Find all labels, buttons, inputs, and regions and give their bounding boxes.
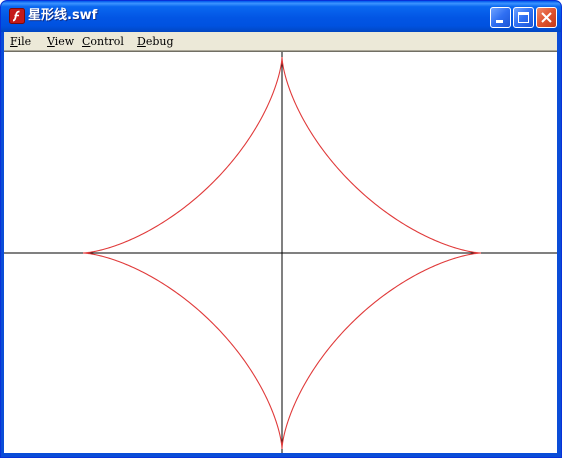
minimize-icon bbox=[496, 20, 503, 23]
menu-control-label: ontrol bbox=[90, 35, 124, 48]
close-button[interactable] bbox=[536, 7, 557, 28]
flash-player-window: 星形线.swf File View Control Debug bbox=[0, 0, 562, 458]
stage-canvas bbox=[4, 52, 558, 454]
window-title: 星形线.swf bbox=[28, 8, 98, 23]
menu-view[interactable]: View bbox=[47, 34, 74, 49]
title-bar[interactable]: 星形线.swf bbox=[1, 1, 561, 32]
menu-file-mnemonic: F bbox=[10, 35, 18, 48]
menu-control[interactable]: Control bbox=[82, 34, 124, 49]
maximize-button[interactable] bbox=[513, 7, 534, 28]
flash-stage[interactable] bbox=[4, 51, 558, 454]
menu-debug-mnemonic: D bbox=[137, 35, 146, 48]
menu-bar: File View Control Debug bbox=[4, 32, 558, 51]
menu-file-label: ile bbox=[17, 35, 32, 48]
window-frame-left bbox=[1, 32, 4, 457]
flash-player-icon[interactable] bbox=[9, 8, 25, 24]
menu-view-label: iew bbox=[54, 35, 75, 48]
menu-debug[interactable]: Debug bbox=[137, 34, 174, 49]
minimize-button[interactable] bbox=[490, 7, 511, 28]
maximize-icon bbox=[518, 12, 529, 23]
menu-view-mnemonic: V bbox=[47, 35, 55, 48]
window-frame-right bbox=[557, 32, 561, 457]
window-frame-bottom bbox=[1, 453, 561, 457]
close-icon bbox=[541, 12, 552, 23]
menu-debug-label: ebug bbox=[145, 35, 174, 48]
menu-file[interactable]: File bbox=[10, 34, 31, 49]
